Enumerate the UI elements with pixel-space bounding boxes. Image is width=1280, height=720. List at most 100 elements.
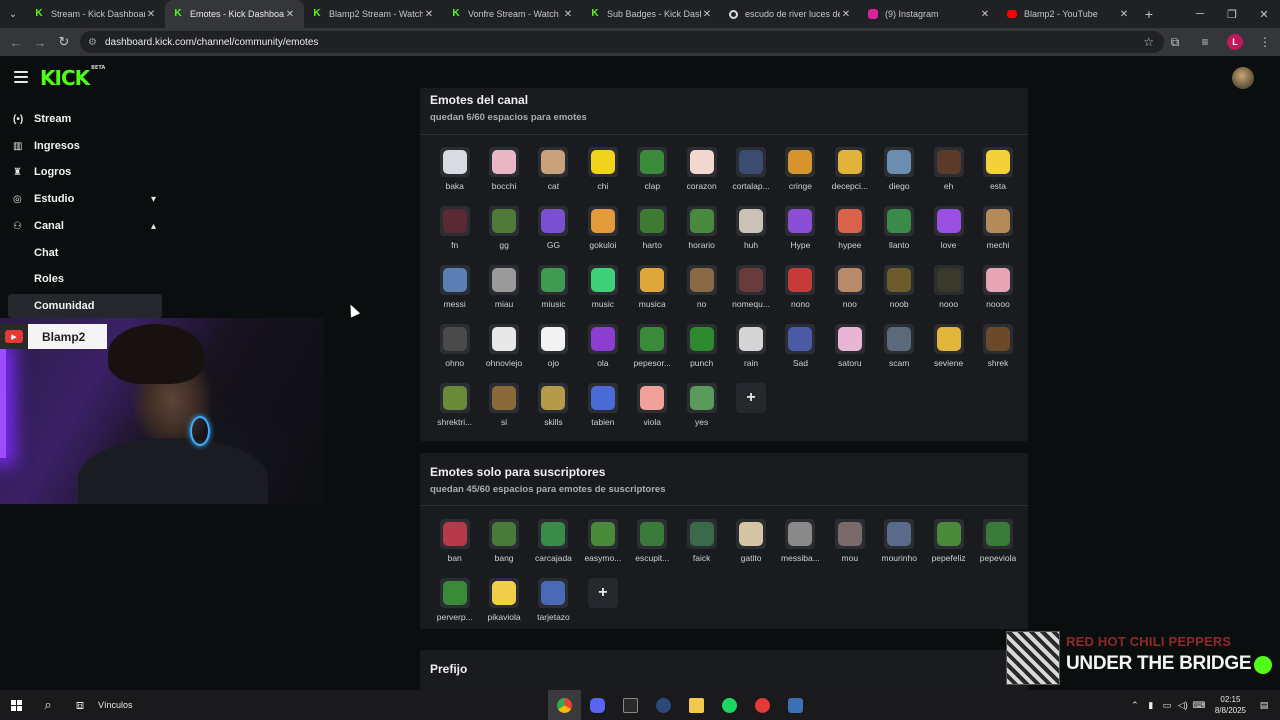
emote-item[interactable]: noob	[875, 265, 924, 313]
kick-logo[interactable]: KICK BETA	[40, 65, 105, 90]
emote-item[interactable]: faick	[677, 519, 726, 567]
sidebar-item-stream[interactable]: (•) Stream	[8, 107, 162, 131]
emote-item[interactable]: gatito	[726, 519, 775, 567]
emote-item[interactable]: cat	[529, 147, 578, 195]
emote-item[interactable]: hypee	[825, 206, 874, 254]
close-tab-icon[interactable]: ✕	[423, 9, 435, 20]
emote-item[interactable]: punch	[677, 324, 726, 372]
add-emote-button[interactable]: +	[726, 383, 775, 431]
emote-item[interactable]: ohnoviejo	[479, 324, 528, 372]
emote-item[interactable]: ohno	[430, 324, 479, 372]
emote-item[interactable]: noo	[825, 265, 874, 313]
restore-button[interactable]: ❐	[1216, 0, 1248, 28]
emote-item[interactable]: decepci...	[825, 147, 874, 195]
emote-item[interactable]: nomequ...	[726, 265, 775, 313]
close-tab-icon[interactable]: ✕	[840, 9, 852, 20]
emote-item[interactable]: horario	[677, 206, 726, 254]
emote-item[interactable]: viola	[628, 383, 677, 431]
emote-item[interactable]: cringe	[776, 147, 825, 195]
browser-tab[interactable]: K Sub Badges - Kick Dashboard✕	[582, 0, 721, 28]
emote-item[interactable]: mou	[825, 519, 874, 567]
emote-item[interactable]: baka	[430, 147, 479, 195]
task-view-icon[interactable]: ⧈	[64, 690, 96, 720]
emote-item[interactable]: llanto	[875, 206, 924, 254]
emote-item[interactable]: fn	[430, 206, 479, 254]
emote-item[interactable]: musica	[628, 265, 677, 313]
browser-tab[interactable]: K Stream - Kick Dashboard ✕	[26, 0, 165, 28]
extensions-icon[interactable]: ⧉	[1160, 35, 1190, 50]
address-bar[interactable]: ⚙ dashboard.kick.com/channel/community/e…	[80, 31, 1164, 53]
emote-item[interactable]: miau	[479, 265, 528, 313]
emote-item[interactable]: pepesor...	[628, 324, 677, 372]
emote-item[interactable]: skills	[529, 383, 578, 431]
emote-item[interactable]: perverp...	[430, 578, 479, 626]
emote-item[interactable]: love	[924, 206, 973, 254]
emote-item[interactable]: messi	[430, 265, 479, 313]
browser-tab[interactable]: Blamp2 - YouTube ✕	[999, 0, 1138, 28]
user-avatar[interactable]	[1232, 67, 1254, 89]
search-icon[interactable]: ⌕	[32, 690, 64, 720]
emote-item[interactable]: gg	[479, 206, 528, 254]
emote-item[interactable]: clap	[628, 147, 677, 195]
chevron-up-icon[interactable]: ⌃	[1127, 700, 1143, 711]
emote-item[interactable]: miusic	[529, 265, 578, 313]
emote-item[interactable]: noooo	[973, 265, 1022, 313]
notifications-icon[interactable]: ▤	[1256, 700, 1272, 711]
links-toolbar-label[interactable]: Vínculos	[98, 700, 133, 710]
emote-item[interactable]: harto	[628, 206, 677, 254]
bookmark-star-icon[interactable]: ☆	[1143, 35, 1154, 49]
emote-item[interactable]: escupit...	[628, 519, 677, 567]
emote-item[interactable]: ola	[578, 324, 627, 372]
browser-tab[interactable]: (9) Instagram ✕	[860, 0, 999, 28]
emote-item[interactable]: mourinho	[875, 519, 924, 567]
sidebar-item-chat[interactable]: Chat	[8, 241, 162, 265]
windows-start-icon[interactable]	[0, 690, 32, 720]
profile-avatar[interactable]: L	[1227, 34, 1243, 50]
sidebar-item-canal[interactable]: ⚇ Canal ▴	[8, 214, 162, 238]
close-tab-icon[interactable]: ✕	[562, 9, 574, 20]
browser-tab[interactable]: K Vonfre Stream - Watch Live✕	[443, 0, 582, 28]
epic-games-taskbar-icon[interactable]	[614, 690, 647, 720]
emote-item[interactable]: ojo	[529, 324, 578, 372]
emote-item[interactable]: easymo...	[578, 519, 627, 567]
steam-taskbar-icon[interactable]	[647, 690, 680, 720]
discord-taskbar-icon[interactable]	[581, 690, 614, 720]
steam-alt-taskbar-icon[interactable]	[779, 690, 812, 720]
emote-item[interactable]: esta	[973, 147, 1022, 195]
sidebar-item-comunidad[interactable]: Comunidad	[8, 294, 162, 318]
close-tab-icon[interactable]: ✕	[701, 9, 713, 20]
emote-item[interactable]: pikaviola	[479, 578, 528, 626]
emote-item[interactable]: seviene	[924, 324, 973, 372]
close-tab-icon[interactable]: ✕	[284, 9, 296, 20]
emote-item[interactable]: Sad	[776, 324, 825, 372]
forward-button[interactable]: →	[28, 30, 52, 54]
emote-item[interactable]: corazon	[677, 147, 726, 195]
browser-menu-icon[interactable]: ⋮	[1250, 35, 1280, 49]
microphone-icon[interactable]: ▮	[1143, 700, 1159, 711]
app-taskbar-icon[interactable]	[746, 690, 779, 720]
site-info-icon[interactable]: ⚙	[88, 37, 97, 48]
emote-item[interactable]: scam	[875, 324, 924, 372]
spotify-taskbar-icon[interactable]	[713, 690, 746, 720]
reload-button[interactable]: ↻	[52, 30, 76, 54]
volume-icon[interactable]: ◁)	[1175, 700, 1191, 711]
emote-item[interactable]: si	[479, 383, 528, 431]
close-window-button[interactable]: ✕	[1248, 0, 1280, 28]
back-button[interactable]: ←	[4, 30, 28, 54]
emote-item[interactable]: gokuloi	[578, 206, 627, 254]
sidebar-item-logros[interactable]: ♜ Logros	[8, 160, 162, 184]
emote-item[interactable]: music	[578, 265, 627, 313]
chrome-taskbar-icon[interactable]	[548, 690, 581, 720]
close-tab-icon[interactable]: ✕	[145, 9, 157, 20]
emote-item[interactable]: bocchi	[479, 147, 528, 195]
browser-tab[interactable]: escudo de river luces de neón✕	[721, 0, 860, 28]
file-explorer-taskbar-icon[interactable]	[680, 690, 713, 720]
emote-item[interactable]: tarjetazo	[529, 578, 578, 626]
network-icon[interactable]: ▭	[1159, 700, 1175, 711]
emote-item[interactable]: ban	[430, 519, 479, 567]
emote-item[interactable]: shrektri...	[430, 383, 479, 431]
emote-item[interactable]: yes	[677, 383, 726, 431]
emote-item[interactable]: GG	[529, 206, 578, 254]
emote-item[interactable]: tabien	[578, 383, 627, 431]
emote-item[interactable]: cortalap...	[726, 147, 775, 195]
